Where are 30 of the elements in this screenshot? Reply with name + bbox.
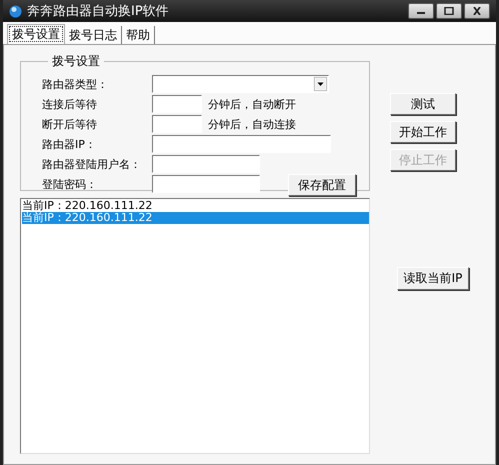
field-label: 登陆密码： [42, 176, 98, 192]
log-entry[interactable]: 当前IP：220.160.111.22 [22, 212, 369, 224]
field-label: 连接后等待 [42, 96, 98, 112]
field-label: 路由器登陆用户名： [42, 156, 142, 172]
maximize-icon [444, 7, 454, 15]
tab[interactable]: 拨号设置 [7, 24, 65, 44]
field-label: 路由器IP： [42, 136, 97, 152]
minutes-field[interactable] [152, 115, 202, 133]
action-button[interactable]: 开始工作 [390, 121, 456, 143]
close-button[interactable] [464, 3, 490, 19]
minutes-field[interactable] [152, 95, 202, 113]
log-entry[interactable]: 当前IP：220.160.111.22 [22, 200, 369, 212]
action-button[interactable]: 测试 [390, 93, 456, 115]
field-hint: 分钟后，自动连接 [208, 116, 296, 132]
router-type-dropdown[interactable] [152, 75, 329, 93]
input-field[interactable] [152, 155, 260, 173]
input-field[interactable] [152, 135, 331, 153]
field-label: 断开后等待 [42, 116, 98, 132]
window-title: 奔奔路由器自动换IP软件 [27, 3, 170, 20]
read-ip-button[interactable]: 读取当前IP [397, 267, 469, 290]
field-hint: 分钟后，自动断开 [208, 96, 296, 112]
field-label: 路由器类型： [42, 76, 109, 92]
app-icon [9, 4, 22, 18]
input-field[interactable] [152, 175, 260, 193]
minimize-button[interactable] [408, 3, 434, 19]
save-config-button[interactable]: 保存配置 [288, 174, 356, 196]
dropdown-arrow-icon [314, 77, 327, 91]
close-icon [472, 7, 482, 15]
group-title: 拨号设置 [51, 53, 101, 70]
maximize-button[interactable] [436, 3, 462, 19]
